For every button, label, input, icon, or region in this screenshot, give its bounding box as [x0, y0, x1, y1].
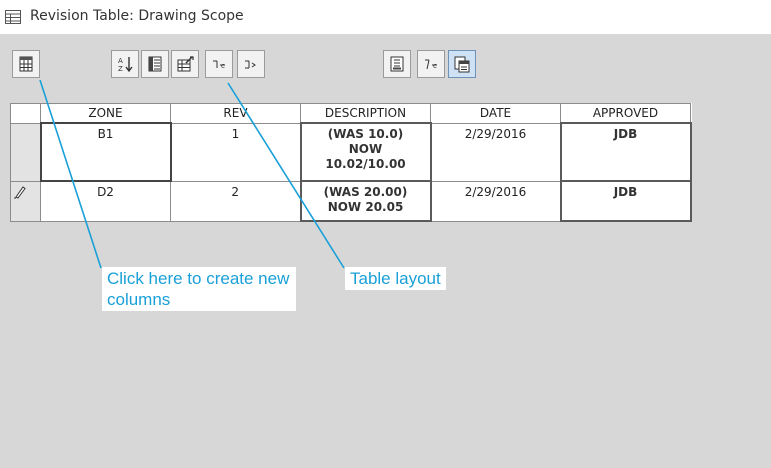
callout-leader-lines — [39, 79, 345, 269]
leader-line-layout — [227, 82, 345, 269]
leader-line-columns — [39, 79, 102, 269]
